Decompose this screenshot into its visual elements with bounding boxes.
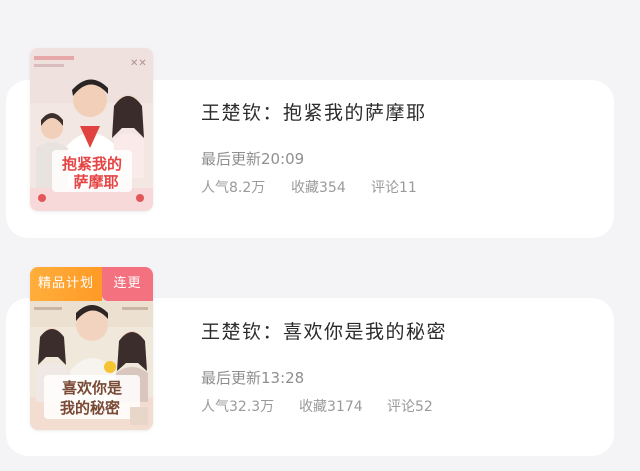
book-cover-image[interactable]: 抱紧我的 萨摩耶 ✕✕ bbox=[30, 48, 153, 211]
book-title[interactable]: 王楚钦：抱紧我的萨摩耶 bbox=[201, 98, 427, 125]
serializing-badge: 连更 bbox=[102, 267, 153, 301]
cover-title-line2: 我的秘密 bbox=[60, 399, 120, 417]
book-title[interactable]: 王楚钦：喜欢你是我的秘密 bbox=[201, 317, 447, 344]
favorites-count: 收藏3174 bbox=[299, 399, 363, 415]
svg-text:✕✕: ✕✕ bbox=[130, 58, 147, 69]
popularity-count: 人气8.2万 bbox=[201, 180, 266, 196]
cover-title-line1: 喜欢你是 bbox=[62, 379, 123, 397]
cover-title-line1: 抱紧我的 bbox=[62, 155, 122, 173]
premium-plan-badge: 精品计划 bbox=[30, 267, 102, 301]
last-updated-text: 最后更新13:28 bbox=[201, 369, 305, 387]
cover-title-line2: 萨摩耶 bbox=[73, 173, 118, 191]
popularity-count: 人气32.3万 bbox=[201, 399, 275, 415]
comments-count: 评论11 bbox=[371, 180, 417, 196]
favorites-count: 收藏354 bbox=[291, 180, 346, 196]
last-updated-text: 最后更新20:09 bbox=[201, 150, 305, 168]
comments-count: 评论52 bbox=[387, 399, 433, 415]
